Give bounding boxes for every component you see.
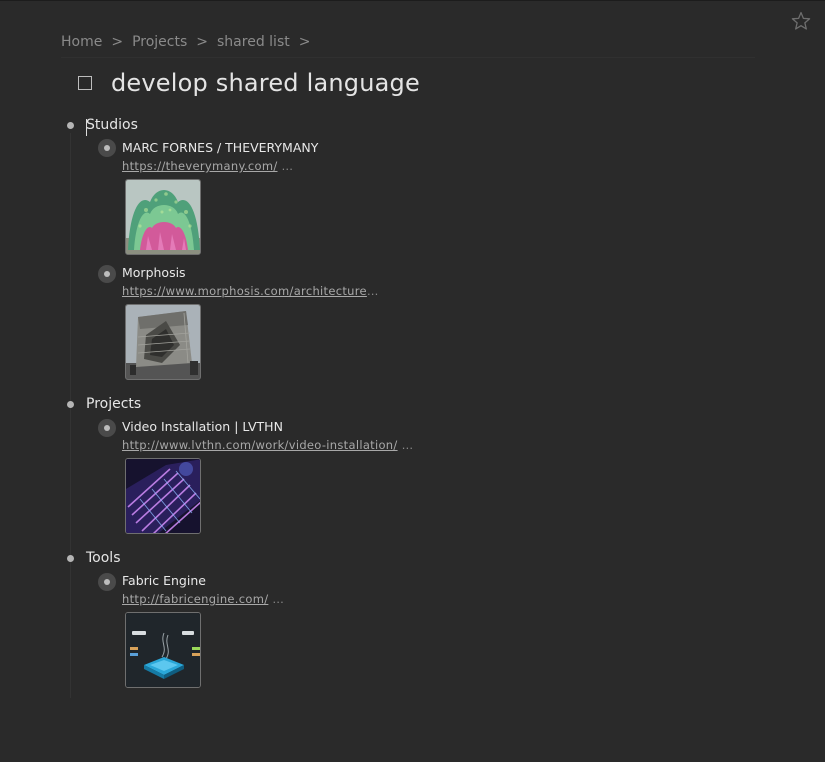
page-title[interactable]: develop shared language — [111, 69, 420, 97]
item-link-video-installation[interactable]: http://www.lvthn.com/work/video-installa… — [122, 438, 398, 452]
thumbnail-morphosis[interactable] — [125, 304, 201, 380]
item-title-video-installation[interactable]: Video Installation | LVTHN — [122, 419, 283, 434]
item-bullet[interactable] — [98, 265, 116, 283]
title-checkbox[interactable] — [78, 76, 92, 90]
section-bullet[interactable] — [67, 555, 74, 562]
item-title-fabric-engine[interactable]: Fabric Engine — [122, 573, 206, 588]
section-bullet[interactable] — [67, 122, 74, 129]
section-label-studios[interactable]: Studios — [86, 117, 138, 133]
more-icon[interactable]: … — [272, 592, 284, 606]
breadcrumb: Home > Projects > shared list > — [61, 34, 319, 50]
breadcrumb-separator: > — [298, 34, 311, 50]
item-link-row: https://www.morphosis.com/architecture… — [122, 284, 379, 298]
software-screenshot-icon — [126, 613, 200, 687]
breadcrumb-item-projects[interactable]: Projects — [132, 34, 187, 50]
outline-guide-line — [70, 133, 71, 698]
item-link-theverymany[interactable]: https://theverymany.com/ — [122, 159, 278, 173]
item-bullet[interactable] — [98, 139, 116, 157]
building-photo-icon — [126, 305, 200, 379]
outline-page: Home > Projects > shared list > develop … — [0, 0, 825, 762]
section-label-tools[interactable]: Tools — [86, 550, 121, 566]
item-bullet[interactable] — [98, 419, 116, 437]
item-link-morphosis[interactable]: https://www.morphosis.com/architecture — [122, 284, 367, 298]
breadcrumb-item-shared-list[interactable]: shared list — [217, 34, 290, 50]
item-link-row: http://www.lvthn.com/work/video-installa… — [122, 438, 413, 452]
more-icon[interactable]: … — [402, 438, 414, 452]
item-link-fabric-engine[interactable]: http://fabricengine.com/ — [122, 592, 268, 606]
section-bullet[interactable] — [67, 401, 74, 408]
item-bullet[interactable] — [98, 573, 116, 591]
breadcrumb-item-home[interactable]: Home — [61, 34, 102, 50]
item-link-row: https://theverymany.com/ … — [122, 159, 293, 173]
installation-photo-icon — [126, 459, 200, 533]
item-link-row: http://fabricengine.com/ … — [122, 592, 284, 606]
more-icon[interactable]: … — [282, 159, 294, 173]
breadcrumb-separator: > — [196, 34, 209, 50]
pavilion-photo-icon — [126, 180, 200, 254]
more-icon[interactable]: … — [367, 284, 379, 298]
item-title-morphosis[interactable]: Morphosis — [122, 265, 186, 280]
item-title-theverymany[interactable]: MARC FORNES / THEVERYMANY — [122, 140, 318, 155]
section-label-projects[interactable]: Projects — [86, 396, 141, 412]
thumbnail-video-installation[interactable] — [125, 458, 201, 534]
thumbnail-theverymany[interactable] — [125, 179, 201, 255]
page-title-row: develop shared language — [78, 69, 420, 97]
breadcrumb-divider — [61, 57, 755, 58]
text-caret — [86, 119, 87, 136]
thumbnail-fabric-engine[interactable] — [125, 612, 201, 688]
star-icon[interactable] — [790, 10, 812, 32]
breadcrumb-separator: > — [111, 34, 124, 50]
